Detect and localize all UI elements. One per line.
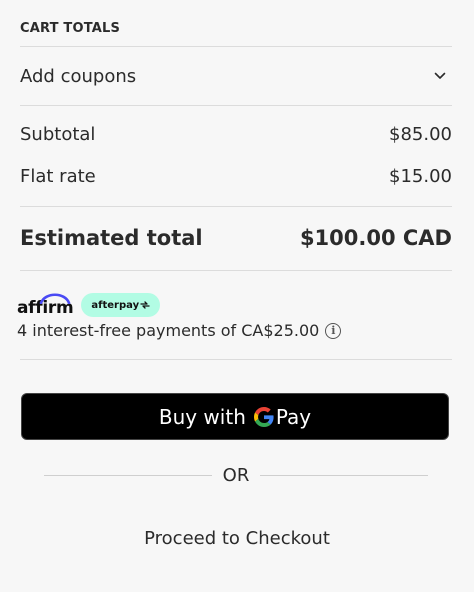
subtotal-label: Subtotal (20, 124, 96, 145)
affirm-logo: affirm (17, 292, 74, 317)
proceed-to-checkout-link[interactable]: Proceed to Checkout (0, 528, 474, 549)
estimated-total-label: Estimated total (20, 226, 203, 250)
divider (20, 359, 452, 360)
divider (20, 206, 452, 207)
separator-line (260, 474, 428, 476)
bnpl-logos: affirm afterpay (17, 292, 417, 317)
shipping-label: Flat rate (20, 166, 96, 187)
subtotal-value: $85.00 (389, 124, 452, 145)
gpay-prefix: Buy with (158, 404, 246, 429)
affirm-arc-icon (39, 292, 71, 304)
chevron-down-icon[interactable] (434, 70, 446, 82)
info-icon[interactable]: i (325, 322, 342, 339)
google-pay-button[interactable]: Buy with Pay (21, 393, 449, 440)
divider (20, 270, 452, 271)
estimated-total-row: Estimated total $100.00 CAD (20, 226, 452, 250)
or-separator: OR (44, 464, 428, 486)
estimated-total-value: $100.00 CAD (299, 226, 452, 250)
subtotal-row: Subtotal $85.00 (20, 124, 452, 145)
info-glyph: i (331, 324, 336, 337)
installments-text: 4 interest-free payments of CA$25.00 (17, 321, 320, 340)
installments-message: 4 interest-free payments of CA$25.00 i (17, 321, 417, 340)
divider (20, 105, 452, 106)
or-label: OR (222, 464, 250, 486)
afterpay-logo: afterpay (81, 293, 161, 317)
afterpay-arrows-icon (140, 301, 150, 309)
add-coupons-label: Add coupons (20, 65, 137, 87)
add-coupons-toggle[interactable]: Add coupons (20, 47, 452, 105)
afterpay-wordmark: afterpay (91, 299, 140, 311)
bnpl-messaging: affirm afterpay 4 interest-free payments… (17, 292, 417, 340)
google-g-icon (253, 406, 274, 427)
shipping-value: $15.00 (389, 166, 452, 187)
gpay-suffix: Pay (275, 404, 312, 429)
shipping-row: Flat rate $15.00 (20, 166, 452, 187)
cart-totals-heading: CART TOTALS (20, 21, 121, 36)
separator-line (44, 474, 212, 476)
